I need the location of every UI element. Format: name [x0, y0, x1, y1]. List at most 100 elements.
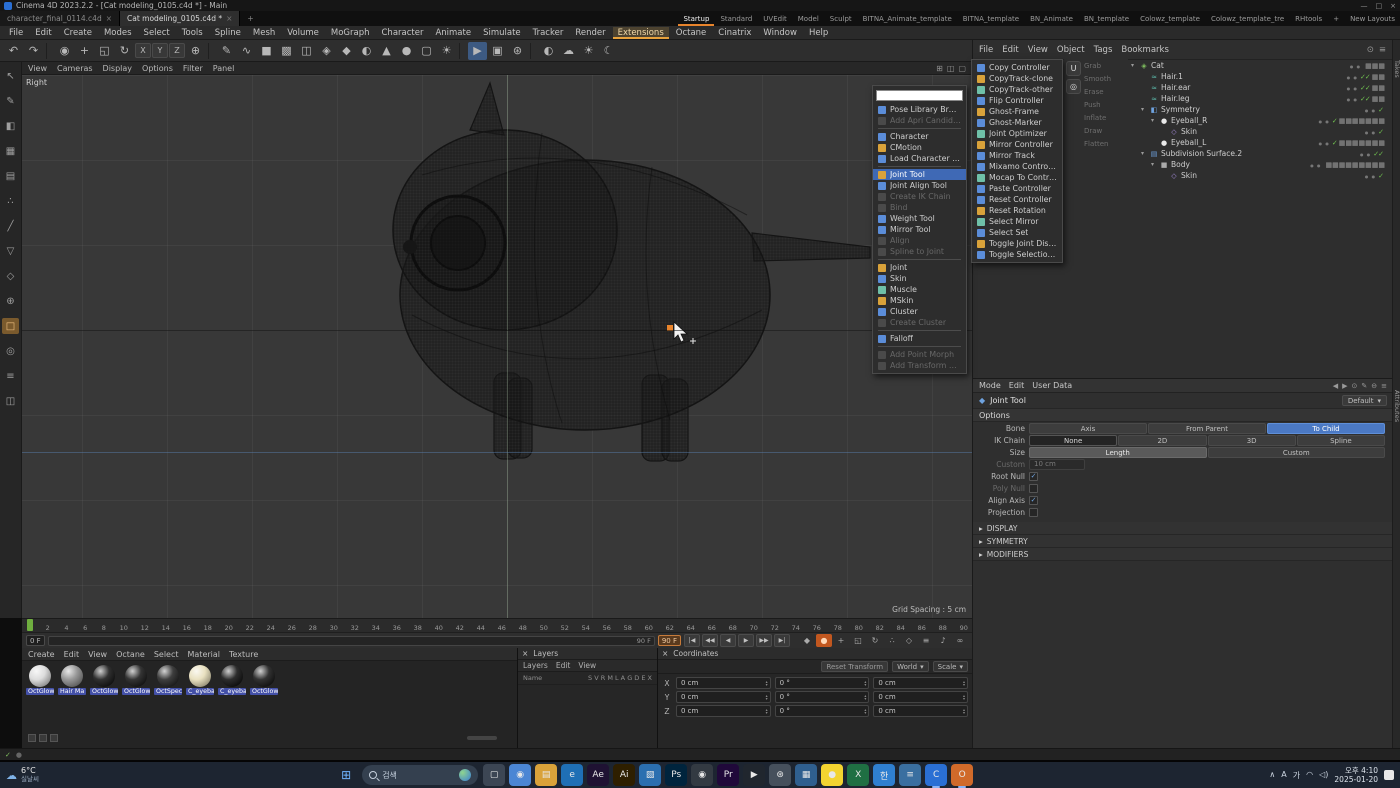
- menu-item[interactable]: Tracker: [528, 27, 569, 39]
- points-mode-icon[interactable]: ∴: [2, 193, 19, 209]
- ik-chain-option-button[interactable]: Spline: [1296, 434, 1385, 446]
- mirror-icon[interactable]: ◫: [2, 393, 19, 409]
- goto-end-button[interactable]: ▶|: [774, 634, 790, 647]
- sculpt-brush-item[interactable]: Push: [1084, 100, 1111, 110]
- tag-thumbnails[interactable]: ▦▦▦▦▦▦▦▦▦: [1325, 161, 1385, 169]
- edges-mode-icon[interactable]: ╱: [2, 218, 19, 234]
- timeline-range-slider[interactable]: 90 F: [47, 635, 655, 646]
- character-menu-item[interactable]: [878, 259, 961, 260]
- visibility-toggle-dots[interactable]: [1347, 94, 1358, 103]
- bone-option-button[interactable]: From Parent: [1148, 422, 1266, 434]
- menu-item[interactable]: Extensions: [612, 26, 669, 39]
- taskbar-edge[interactable]: e: [561, 764, 584, 786]
- prev-key-button[interactable]: ◀◀: [702, 634, 718, 647]
- expand-caret-icon[interactable]: ▾: [1141, 150, 1149, 157]
- material-item[interactable]: OctGlow: [90, 665, 118, 695]
- smooth-history-icon[interactable]: ◎: [1066, 79, 1081, 94]
- document-tab[interactable]: Cat modeling_0105.c4d * ×: [120, 11, 241, 26]
- tag-thumbnails[interactable]: ▦▦▦▦▦▦▦: [1339, 117, 1385, 125]
- record-position-icon[interactable]: +: [833, 634, 849, 647]
- rotation-field[interactable]: 0 ° ▴ ▾: [774, 677, 870, 689]
- weather-widget[interactable]: ☁ 6°C 실날씨: [6, 766, 39, 784]
- material-menu-item[interactable]: Material: [188, 650, 221, 659]
- pen-tool-icon[interactable]: ✎: [217, 42, 236, 60]
- object-name-label[interactable]: Hair.leg: [1161, 94, 1190, 103]
- taskbar-kakaotalk[interactable]: ●: [821, 764, 844, 786]
- material-menu-item[interactable]: Octane: [116, 650, 145, 659]
- volume-builder-icon[interactable]: ▲: [377, 42, 396, 60]
- tag-thumbnails[interactable]: ▦▦: [1372, 95, 1385, 103]
- takes-vertical-tab[interactable]: Takes: [1393, 60, 1400, 78]
- expand-caret-icon[interactable]: ▾: [1151, 161, 1159, 168]
- visibility-toggle-dots[interactable]: [1310, 160, 1321, 169]
- tab-close-icon[interactable]: ×: [226, 14, 232, 23]
- visibility-toggle-dots[interactable]: [1350, 61, 1361, 70]
- object-name-label[interactable]: Eyeball_L: [1171, 138, 1206, 147]
- playhead-marker[interactable]: [27, 619, 33, 631]
- object-tree-row[interactable]: ▾ ▤ Subdivision Surface.2 ✓✓: [1129, 148, 1385, 159]
- polygons-mode-icon[interactable]: ▽: [2, 243, 19, 259]
- material-manager-icon[interactable]: ◐: [539, 42, 558, 60]
- character-menu-item[interactable]: Pose Library Browser: [873, 104, 966, 115]
- menu-item[interactable]: Render: [570, 27, 610, 39]
- taskbar-after-effects[interactable]: Ae: [587, 764, 610, 786]
- autokey-icon[interactable]: ●: [816, 634, 832, 647]
- character-menu-item[interactable]: Load Character Template...: [873, 153, 966, 164]
- controller-menu-item[interactable]: CopyTrack-clone: [972, 73, 1062, 84]
- character-menu-item[interactable]: Cluster: [873, 306, 966, 317]
- controller-menu-item[interactable]: CopyTrack-other: [972, 84, 1062, 95]
- dynamics-icon[interactable]: ●: [397, 42, 416, 60]
- sculpt-brush-item[interactable]: Erase: [1084, 87, 1111, 97]
- layers-close-icon[interactable]: ×: [522, 649, 528, 658]
- character-menu-item[interactable]: Joint Align Tool: [873, 180, 966, 191]
- enable-checkmarks[interactable]: ✓✓: [1360, 95, 1371, 103]
- object-manager-menu-item[interactable]: Tags: [1094, 45, 1113, 55]
- viewport-menu-item[interactable]: Cameras: [57, 64, 93, 73]
- taskbar-excel[interactable]: X: [847, 764, 870, 786]
- controller-menu-item[interactable]: Paste Controller: [972, 183, 1062, 194]
- taskbar-media-player[interactable]: ▶: [743, 764, 766, 786]
- taskbar-clock[interactable]: 오후 4:10 2025-01-20: [1334, 766, 1378, 784]
- menu-item[interactable]: Window: [758, 27, 802, 39]
- layout-tab[interactable]: Colowz_template: [1135, 11, 1205, 26]
- enable-checkmarks[interactable]: ✓✓: [1360, 73, 1371, 81]
- redo-icon[interactable]: ↷: [24, 42, 43, 60]
- visibility-toggle-dots[interactable]: [1360, 149, 1371, 158]
- bone-option-button[interactable]: To Child: [1267, 422, 1385, 434]
- viewport-menu-item[interactable]: Display: [103, 64, 133, 73]
- deformer-icon[interactable]: ◈: [317, 42, 336, 60]
- rotate-tool-icon[interactable]: ↻: [115, 42, 134, 60]
- document-tab[interactable]: character_final_0114.c4d ×: [0, 11, 120, 26]
- layout-tab[interactable]: Model: [793, 11, 824, 26]
- taskbar-file-explorer[interactable]: ▤: [535, 764, 558, 786]
- menu-item[interactable]: Simulate: [478, 27, 526, 39]
- material-menu-item[interactable]: Select: [154, 650, 179, 659]
- undo-history-icon[interactable]: U: [1066, 61, 1081, 76]
- attr-menu-icon[interactable]: ≡: [1381, 382, 1387, 390]
- controller-menu-item[interactable]: Reset Controller: [972, 194, 1062, 205]
- controller-menu-item[interactable]: Mirror Controller: [972, 139, 1062, 150]
- character-menu-item[interactable]: [878, 330, 961, 331]
- uv-mode-icon[interactable]: ▤: [2, 168, 19, 184]
- menu-item[interactable]: File: [4, 27, 28, 39]
- menu-item[interactable]: MoGraph: [326, 27, 375, 39]
- controller-menu-item[interactable]: Select Set: [972, 227, 1062, 238]
- object-name-label[interactable]: Subdivision Surface.2: [1161, 149, 1242, 158]
- object-manager-menu-item[interactable]: Edit: [1002, 45, 1018, 55]
- attributes-vertical-tab[interactable]: Attributes: [1393, 390, 1400, 422]
- tag-thumbnails[interactable]: ▦▦▦▦▦▦▦: [1339, 139, 1385, 147]
- option-checkbox[interactable]: [1029, 471, 1038, 481]
- object-tree-row[interactable]: ≈ Hair.leg ✓✓ ▦▦: [1129, 93, 1385, 104]
- axis-x-button[interactable]: X: [135, 43, 151, 58]
- history-back-icon[interactable]: ◀: [1333, 382, 1338, 390]
- character-menu-item[interactable]: CMotion: [873, 142, 966, 153]
- character-menu-item[interactable]: Create Cluster: [873, 317, 966, 328]
- object-name-label[interactable]: Cat: [1151, 61, 1164, 70]
- layout-tab[interactable]: Colowz_template_tre: [1206, 11, 1289, 26]
- material-item[interactable]: OctGlow: [122, 665, 150, 695]
- bone-option-button[interactable]: Axis: [1029, 422, 1147, 434]
- object-tree-row[interactable]: ▾ ◈ Cat ▦▦▦: [1129, 60, 1385, 71]
- enable-checkmarks[interactable]: ✓✓: [1360, 84, 1371, 92]
- character-menu-item[interactable]: Add Point Morph: [873, 349, 966, 360]
- controller-menu-item[interactable]: Mixamo Controller SetUp: [972, 161, 1062, 172]
